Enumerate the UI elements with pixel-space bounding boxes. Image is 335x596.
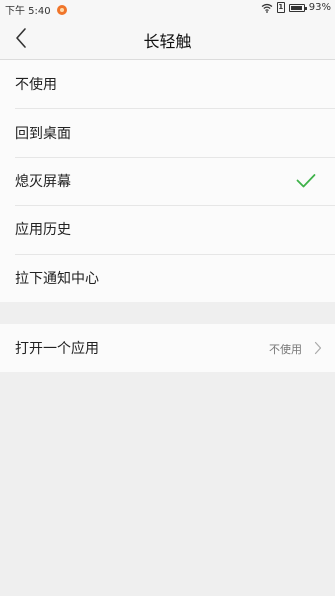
option-home[interactable]: 回到桌面 — [0, 108, 335, 156]
wifi-icon — [261, 3, 273, 13]
open-app-row[interactable]: 打开一个应用 不使用 — [0, 324, 335, 372]
option-app-history[interactable]: 应用历史 — [0, 205, 335, 253]
status-bar: 下午 5:40 1 93% — [0, 0, 335, 17]
open-app-group: 打开一个应用 不使用 — [0, 324, 335, 372]
check-icon — [296, 173, 316, 188]
sim-card-icon: 1 — [276, 2, 285, 13]
open-app-label: 打开一个应用 — [15, 341, 99, 357]
header: 长轻触 — [0, 17, 335, 60]
option-label: 熄灭屏幕 — [15, 173, 71, 190]
option-label: 不使用 — [15, 77, 57, 94]
app-notification-icon — [56, 4, 67, 15]
option-list: 不使用 回到桌面 熄灭屏幕 应用历史 拉下通知中心 — [0, 60, 335, 302]
option-label: 应用历史 — [15, 222, 71, 239]
battery-icon — [288, 3, 307, 12]
open-app-value: 不使用 — [269, 343, 302, 356]
battery-level — [290, 5, 302, 10]
battery-percent: 93% — [308, 2, 331, 13]
chevron-right-icon — [314, 341, 322, 355]
option-none[interactable]: 不使用 — [0, 60, 335, 108]
option-screen-off[interactable]: 熄灭屏幕 — [0, 156, 335, 205]
option-notification-center[interactable]: 拉下通知中心 — [0, 253, 335, 302]
page-title: 长轻触 — [143, 32, 192, 51]
status-time: 下午 5:40 — [5, 6, 51, 17]
option-label: 拉下通知中心 — [15, 270, 99, 287]
option-label: 回到桌面 — [15, 125, 71, 142]
